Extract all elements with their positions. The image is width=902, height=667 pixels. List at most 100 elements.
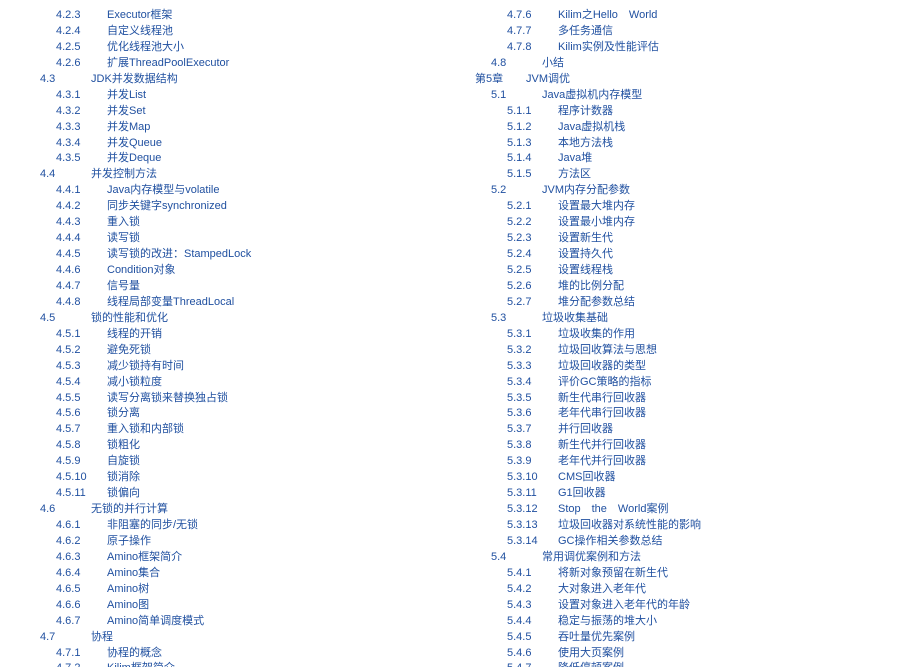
toc-title: 垃圾回收器的类型	[547, 360, 646, 372]
toc-entry[interactable]: 4.3.2 并发Set	[24, 104, 451, 120]
toc-entry[interactable]: 4.5 锁的性能和优化	[24, 311, 451, 327]
toc-entry[interactable]: 4.3.5 并发Deque	[24, 151, 451, 167]
toc-entry[interactable]: 5.2.5 设置线程栈	[475, 263, 902, 279]
toc-entry[interactable]: 4.4.2 同步关键字synchronized	[24, 199, 451, 215]
toc-entry[interactable]: 5.3.14 GC操作相关参数总结	[475, 534, 902, 550]
toc-entry[interactable]: 5.1.4 Java堆	[475, 151, 902, 167]
toc-number: 5.1.2	[507, 120, 547, 136]
toc-entry[interactable]: 4.6.5 Amino树	[24, 582, 451, 598]
toc-entry[interactable]: 5.3.12 Stop the World案例	[475, 502, 902, 518]
toc-entry[interactable]: 4.6.6 Amino图	[24, 598, 451, 614]
toc-entry[interactable]: 4.5.11 锁偏向	[24, 486, 451, 502]
toc-entry[interactable]: 5.1.1 程序计数器	[475, 104, 902, 120]
toc-entry[interactable]: 5.3.3 垃圾回收器的类型	[475, 359, 902, 375]
toc-entry[interactable]: 4.6.2 原子操作	[24, 534, 451, 550]
toc-entry[interactable]: 5.3.6 老年代串行回收器	[475, 406, 902, 422]
toc-entry[interactable]: 4.5.9 自旋锁	[24, 454, 451, 470]
toc-entry[interactable]: 4.8 小结	[475, 56, 902, 72]
toc-entry[interactable]: 5.3.9 老年代并行回收器	[475, 454, 902, 470]
toc-entry[interactable]: 5.3.2 垃圾回收算法与思想	[475, 343, 902, 359]
toc-entry[interactable]: 4.2.3 Executor框架	[24, 8, 451, 24]
toc-entry[interactable]: 4.7 协程	[24, 630, 451, 646]
toc-entry[interactable]: 4.2.6 扩展ThreadPoolExecutor	[24, 56, 451, 72]
toc-entry[interactable]: 5.3.13 垃圾回收器对系统性能的影响	[475, 518, 902, 534]
toc-entry[interactable]: 5.3.1 垃圾收集的作用	[475, 327, 902, 343]
toc-number: 4.3.4	[56, 136, 96, 152]
toc-entry[interactable]: 5.1.5 方法区	[475, 167, 902, 183]
toc-entry[interactable]: 4.7.7 多任务通信	[475, 24, 902, 40]
toc-entry[interactable]: 4.7.6 Kilim之Hello World	[475, 8, 902, 24]
toc-title: 设置新生代	[547, 232, 613, 244]
toc-entry[interactable]: 4.5.2 避免死锁	[24, 343, 451, 359]
toc-entry[interactable]: 4.7.8 Kilim实例及性能评估	[475, 40, 902, 56]
toc-title: 自旋锁	[96, 455, 140, 467]
toc-entry[interactable]: 4.5.6 锁分离	[24, 406, 451, 422]
toc-entry[interactable]: 5.2 JVM内存分配参数	[475, 183, 902, 199]
toc-entry[interactable]: 5.4.1 将新对象预留在新生代	[475, 566, 902, 582]
toc-entry[interactable]: 5.4.3 设置对象进入老年代的年龄	[475, 598, 902, 614]
toc-entry[interactable]: 5.3.4 评价GC策略的指标	[475, 375, 902, 391]
toc-entry[interactable]: 4.3 JDK并发数据结构	[24, 72, 451, 88]
toc-entry[interactable]: 4.5.3 减少锁持有时间	[24, 359, 451, 375]
toc-entry[interactable]: 4.2.5 优化线程池大小	[24, 40, 451, 56]
toc-entry[interactable]: 4.4.3 重入锁	[24, 215, 451, 231]
toc-entry[interactable]: 5.4 常用调优案例和方法	[475, 550, 902, 566]
toc-number: 5.3.11	[507, 486, 547, 502]
toc-entry[interactable]: 4.4.4 读写锁	[24, 231, 451, 247]
toc-entry[interactable]: 4.4.5 读写锁的改进：StampedLock	[24, 247, 451, 263]
toc-entry[interactable]: 5.1 Java虚拟机内存模型	[475, 88, 902, 104]
toc-entry[interactable]: 4.4.7 信号量	[24, 279, 451, 295]
toc-number: 5.3.13	[507, 518, 547, 534]
toc-title: CMS回收器	[547, 471, 615, 483]
toc-entry[interactable]: 5.3.8 新生代并行回收器	[475, 438, 902, 454]
toc-entry[interactable]: 5.2.6 堆的比例分配	[475, 279, 902, 295]
toc-title: 评价GC策略的指标	[547, 376, 652, 388]
toc-entry[interactable]: 4.4.1 Java内存模型与volatile	[24, 183, 451, 199]
toc-entry[interactable]: 4.7.2 Kilim框架简介	[24, 661, 451, 667]
toc-entry[interactable]: 5.4.7 降低停顿案例	[475, 661, 902, 667]
toc-entry[interactable]: 第5章 JVM调优	[475, 72, 902, 88]
toc-entry[interactable]: 4.5.7 重入锁和内部锁	[24, 422, 451, 438]
toc-number: 5.1	[491, 88, 531, 104]
toc-entry[interactable]: 4.5.1 线程的开销	[24, 327, 451, 343]
toc-entry[interactable]: 5.1.2 Java虚拟机栈	[475, 120, 902, 136]
toc-entry[interactable]: 4.6.3 Amino框架简介	[24, 550, 451, 566]
toc-number: 5.1.1	[507, 104, 547, 120]
toc-entry[interactable]: 4.6.4 Amino集合	[24, 566, 451, 582]
toc-number: 4.4.5	[56, 247, 96, 263]
toc-entry[interactable]: 5.3.11 G1回收器	[475, 486, 902, 502]
toc-title: 原子操作	[96, 535, 151, 547]
toc-entry[interactable]: 5.2.4 设置持久代	[475, 247, 902, 263]
toc-entry[interactable]: 5.3.10 CMS回收器	[475, 470, 902, 486]
toc-entry[interactable]: 5.4.4 稳定与振荡的堆大小	[475, 614, 902, 630]
toc-entry[interactable]: 5.4.5 吞吐量优先案例	[475, 630, 902, 646]
toc-entry[interactable]: 5.4.6 使用大页案例	[475, 646, 902, 662]
toc-entry[interactable]: 5.1.3 本地方法栈	[475, 136, 902, 152]
toc-entry[interactable]: 4.5.4 减小锁粒度	[24, 375, 451, 391]
toc-entry[interactable]: 4.6.7 Amino简单调度模式	[24, 614, 451, 630]
toc-entry[interactable]: 5.2.2 设置最小堆内存	[475, 215, 902, 231]
toc-entry[interactable]: 4.6.1 非阻塞的同步/无锁	[24, 518, 451, 534]
toc-number: 5.4	[491, 550, 531, 566]
toc-title: 稳定与振荡的堆大小	[547, 615, 657, 627]
toc-entry[interactable]: 4.3.1 并发List	[24, 88, 451, 104]
toc-entry[interactable]: 4.5.10 锁消除	[24, 470, 451, 486]
toc-entry[interactable]: 4.4.8 线程局部变量ThreadLocal	[24, 295, 451, 311]
toc-entry[interactable]: 5.3.5 新生代串行回收器	[475, 391, 902, 407]
toc-entry[interactable]: 5.2.7 堆分配参数总结	[475, 295, 902, 311]
toc-entry[interactable]: 5.3.7 并行回收器	[475, 422, 902, 438]
toc-entry[interactable]: 4.6 无锁的并行计算	[24, 502, 451, 518]
toc-entry[interactable]: 5.3 垃圾收集基础	[475, 311, 902, 327]
toc-entry[interactable]: 5.2.1 设置最大堆内存	[475, 199, 902, 215]
toc-entry[interactable]: 5.4.2 大对象进入老年代	[475, 582, 902, 598]
toc-entry[interactable]: 4.7.1 协程的概念	[24, 646, 451, 662]
toc-entry[interactable]: 4.4.6 Condition对象	[24, 263, 451, 279]
toc-entry[interactable]: 4.2.4 自定义线程池	[24, 24, 451, 40]
toc-title: 同步关键字synchronized	[96, 200, 227, 212]
toc-entry[interactable]: 4.3.3 并发Map	[24, 120, 451, 136]
toc-entry[interactable]: 4.5.8 锁粗化	[24, 438, 451, 454]
toc-entry[interactable]: 4.4 并发控制方法	[24, 167, 451, 183]
toc-entry[interactable]: 4.5.5 读写分离锁来替换独占锁	[24, 391, 451, 407]
toc-entry[interactable]: 4.3.4 并发Queue	[24, 136, 451, 152]
toc-entry[interactable]: 5.2.3 设置新生代	[475, 231, 902, 247]
